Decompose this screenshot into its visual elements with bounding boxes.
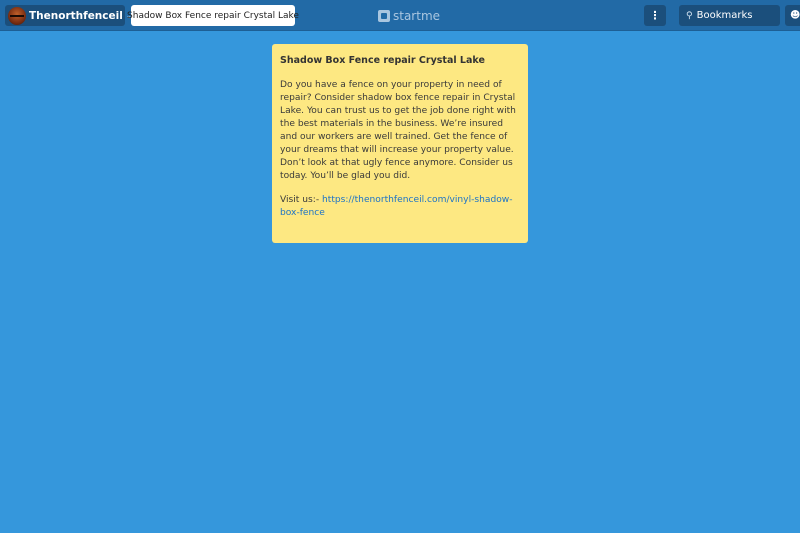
more-options-button[interactable]: ⋮ [644, 5, 666, 26]
user-icon: ☻ [790, 10, 800, 21]
bookmarks-search-button[interactable]: ⚲ Bookmarks [679, 5, 780, 26]
brand-name: startme [393, 8, 441, 23]
note-title: Shadow Box Fence repair Crystal Lake [280, 55, 485, 66]
note-body: Do you have a fence on your property in … [280, 80, 516, 181]
more-vertical-icon: ⋮ [649, 9, 661, 22]
visit-prefix: Visit us:- [280, 195, 323, 205]
bookmarks-label: Bookmarks [696, 10, 753, 21]
search-icon: ⚲ [686, 10, 693, 21]
avatar [8, 6, 26, 25]
user-menu-button[interactable]: Thenorthfenceil ⌄ [5, 5, 132, 26]
startme-logo[interactable]: startme [378, 7, 440, 24]
page-title-button[interactable]: Shadow Box Fence repair Crystal Lake [127, 5, 299, 26]
top-bar: Thenorthfenceil ⌄ Shadow Box Fence repai… [0, 0, 800, 31]
account-button[interactable]: ☻ [785, 5, 800, 26]
note-widget: Shadow Box Fence repair Crystal Lake Do … [272, 44, 528, 243]
user-name: Thenorthfenceil [29, 9, 123, 22]
note-visit-line: Visit us:- https://thenorthfenceil.com/v… [280, 194, 520, 220]
startme-logo-icon [378, 9, 390, 22]
